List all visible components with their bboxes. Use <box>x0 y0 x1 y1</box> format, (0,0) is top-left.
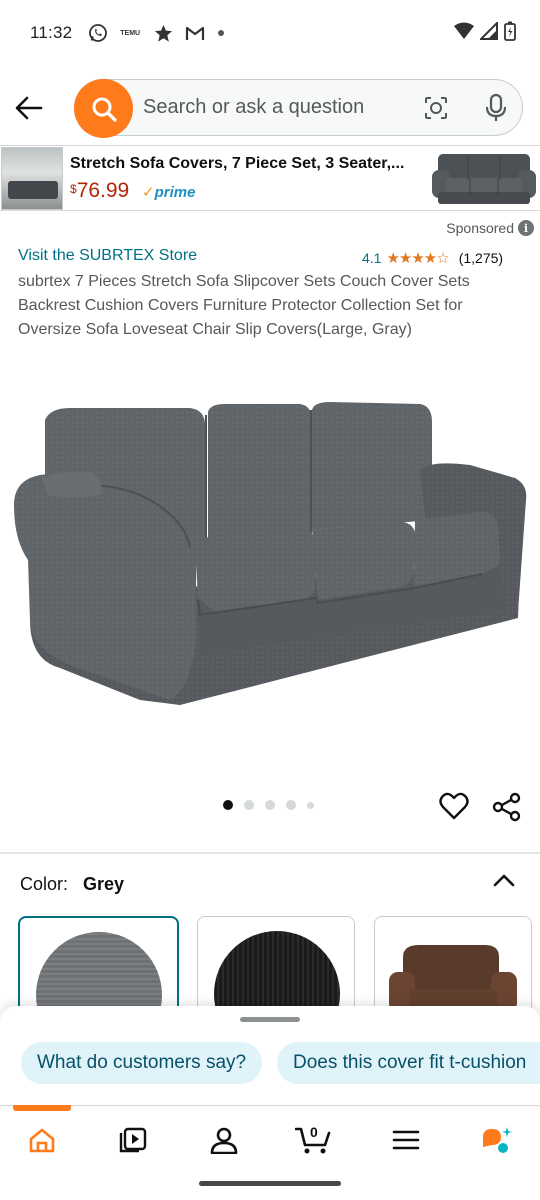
whatsapp-icon <box>88 23 108 43</box>
back-arrow-icon <box>15 96 43 120</box>
wifi-icon <box>454 22 474 45</box>
store-link[interactable]: Visit the SUBRTEX Store <box>18 247 197 265</box>
search-header: Search or ask a question <box>0 76 540 140</box>
color-selector-header: Color: Grey <box>20 874 124 895</box>
ad-thumbnail-sofa <box>8 181 58 199</box>
sponsored-ad-banner[interactable]: Stretch Sofa Covers, 7 Piece Set, 3 Seat… <box>0 145 540 211</box>
product-image[interactable] <box>0 380 540 720</box>
ad-price: $ 76.99 <box>70 179 129 203</box>
star-icon <box>154 24 173 43</box>
heart-icon <box>439 792 469 820</box>
share-icon <box>492 792 521 822</box>
section-divider <box>0 852 540 854</box>
suggestions-sheet: What do customers say? Does this cover f… <box>0 1006 540 1106</box>
product-title: subrtex 7 Pieces Stretch Sofa Slipcover … <box>18 273 470 338</box>
ad-price-amount: 76.99 <box>76 179 130 202</box>
cart-count: 0 <box>310 1124 318 1140</box>
status-time: 11:32 <box>30 23 73 42</box>
sponsored-text: Sponsored <box>446 220 514 236</box>
status-bar: 11:32 TEMU <box>0 0 540 66</box>
home-gesture-indicator[interactable] <box>199 1181 341 1186</box>
back-button[interactable] <box>0 79 58 137</box>
rating-value: 4.1 <box>362 250 382 266</box>
rufus-icon <box>483 1127 512 1153</box>
microphone-icon[interactable] <box>480 92 512 124</box>
gmail-icon <box>185 25 205 41</box>
ad-title[interactable]: Stretch Sofa Covers, 7 Piece Set, 3 Seat… <box>70 155 420 173</box>
battery-icon <box>504 21 516 46</box>
menu-icon <box>392 1130 420 1150</box>
dot-icon <box>217 29 225 37</box>
carousel-dot[interactable] <box>286 800 296 810</box>
ad-price-currency: $ <box>70 182 77 196</box>
signal-icon <box>478 20 498 45</box>
video-icon <box>119 1127 147 1153</box>
rating-summary[interactable]: 4.1 ★★★★☆ (1,275) <box>362 249 503 267</box>
home-icon <box>29 1128 55 1153</box>
nav-rufus[interactable] <box>476 1120 516 1160</box>
search-icon[interactable] <box>74 79 133 138</box>
temu-text: TEMU <box>120 29 141 37</box>
prime-check-icon: ✓ <box>142 184 155 201</box>
camera-lens-icon[interactable] <box>422 94 450 122</box>
account-icon <box>210 1127 238 1154</box>
suggestion-chip-customers[interactable]: What do customers say? <box>21 1042 263 1084</box>
search-input[interactable]: Search or ask a question <box>143 96 364 119</box>
carousel-dot[interactable] <box>223 800 233 810</box>
collapse-color-button[interactable] <box>488 866 520 894</box>
nav-divider <box>0 1105 540 1106</box>
nav-menu[interactable] <box>386 1120 426 1160</box>
wishlist-button[interactable] <box>438 790 470 822</box>
nav-cart[interactable]: 0 <box>294 1120 334 1160</box>
ad-thumbnail-image[interactable] <box>1 147 63 210</box>
star-rating-icon: ★★★★☆ <box>386 250 449 267</box>
status-left: 11:32 TEMU <box>30 23 225 43</box>
status-right <box>454 20 516 46</box>
color-value: Grey <box>83 874 125 894</box>
carousel-dot[interactable] <box>265 800 275 810</box>
prime-label: prime <box>154 184 196 201</box>
info-icon[interactable]: i <box>518 220 534 236</box>
nav-video[interactable] <box>113 1120 153 1160</box>
nav-home[interactable] <box>22 1120 62 1160</box>
color-label: Color: <box>20 874 69 894</box>
ad-product-image[interactable] <box>430 150 538 208</box>
review-count[interactable]: (1,275) <box>459 250 503 266</box>
sheet-drag-handle[interactable] <box>240 1017 300 1022</box>
search-bar[interactable]: Search or ask a question <box>74 79 523 138</box>
image-carousel-dots[interactable] <box>223 800 314 810</box>
prime-badge: ✓prime <box>142 183 195 201</box>
chevron-up-icon <box>493 874 515 887</box>
nav-account[interactable] <box>204 1120 244 1160</box>
suggestion-chip-fit[interactable]: Does this cover fit t-cushion <box>277 1042 540 1084</box>
nav-active-indicator <box>13 1105 71 1111</box>
carousel-dot[interactable] <box>244 800 254 810</box>
temu-icon: TEMU <box>120 30 142 37</box>
sponsored-label[interactable]: Sponsored i <box>446 220 534 236</box>
bottom-navigation: 0 <box>0 1112 540 1164</box>
share-button[interactable] <box>492 792 522 822</box>
carousel-dot[interactable] <box>307 801 314 809</box>
